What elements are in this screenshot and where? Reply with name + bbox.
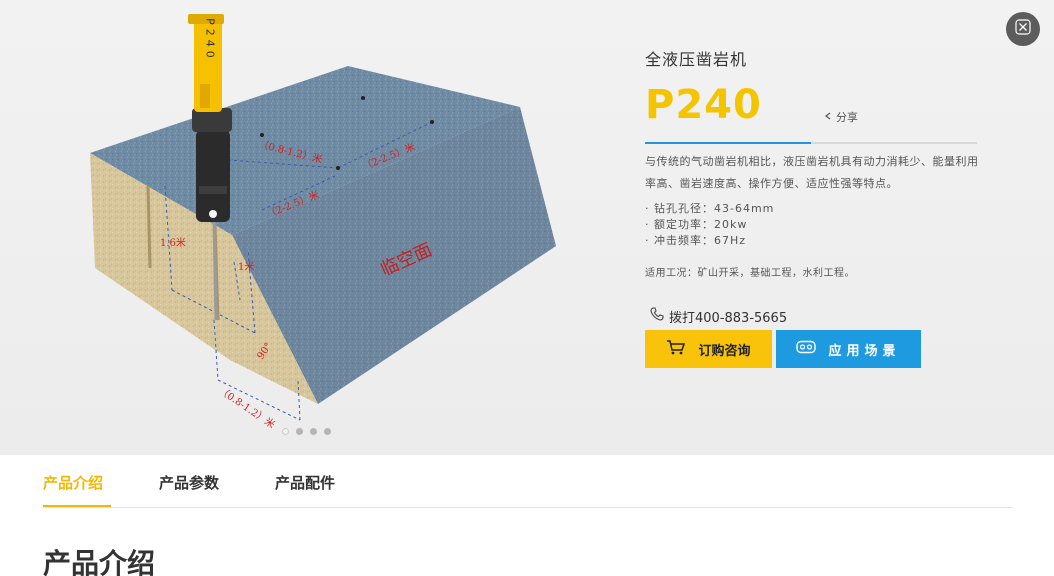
carousel-dot[interactable]	[324, 428, 331, 435]
drilling-diagram: （0.8-1.2）米 （2-2.5）米 （2-2.5）米 1.6米 1米 90°…	[90, 14, 556, 431]
product-type: 全液压凿岩机	[645, 50, 748, 69]
tab-product-parts[interactable]: 产品配件	[275, 472, 335, 493]
spec-list: · 钻孔孔径：43-64mm · 额定功率：20kw · 冲击频率：67Hz	[645, 201, 774, 249]
cart-icon	[666, 339, 686, 359]
share-icon	[823, 111, 833, 124]
application-scene-label: 应用场景	[828, 343, 901, 359]
close-icon	[1015, 19, 1031, 39]
carousel-dots	[282, 428, 331, 435]
tab-product-params[interactable]: 产品参数	[159, 472, 219, 493]
share-label: 分享	[836, 111, 858, 124]
hero-banner: （0.8-1.2）米 （2-2.5）米 （2-2.5）米 1.6米 1米 90°…	[0, 0, 1054, 455]
spec-item: · 冲击频率：67Hz	[645, 234, 747, 247]
application-scene-button[interactable]: 应用场景	[776, 330, 921, 368]
product-model: P240	[645, 82, 762, 128]
dim-depth: 1.6米	[160, 236, 186, 249]
share-button[interactable]: 分享	[823, 109, 858, 125]
vr-icon	[796, 340, 817, 358]
drill-label: P240	[204, 18, 217, 62]
tab-product-intro[interactable]: 产品介绍	[43, 472, 103, 493]
carousel-dot[interactable]	[282, 428, 289, 435]
usage-text: 适用工况：矿山开采，基础工程，水利工程。	[645, 268, 855, 279]
product-description: 与传统的气动凿岩机相比，液压凿岩机具有动力消耗少、能量利用率高、凿岩速度高、操作…	[645, 155, 979, 190]
phone-label: 拨打400-883-5665	[669, 310, 788, 326]
phone-icon	[649, 306, 665, 326]
section-title: 产品介绍	[43, 547, 156, 576]
phone-link[interactable]: 拨打400-883-5665	[649, 306, 787, 326]
divider	[645, 142, 977, 144]
spec-item: · 钻孔孔径：43-64mm	[645, 202, 775, 215]
spec-item: · 额定功率：20kw	[645, 218, 748, 231]
dim-sub-drill: 1米	[238, 260, 254, 273]
order-consult-label: 订购咨询	[698, 343, 751, 359]
tab-divider	[43, 507, 1013, 508]
close-button[interactable]	[1006, 12, 1040, 46]
order-consult-button[interactable]: 订购咨询	[645, 330, 772, 368]
carousel-dot[interactable]	[296, 428, 303, 435]
carousel-dot[interactable]	[310, 428, 317, 435]
dim-bottom-spacing: （0.8-1.2）米	[216, 384, 277, 431]
